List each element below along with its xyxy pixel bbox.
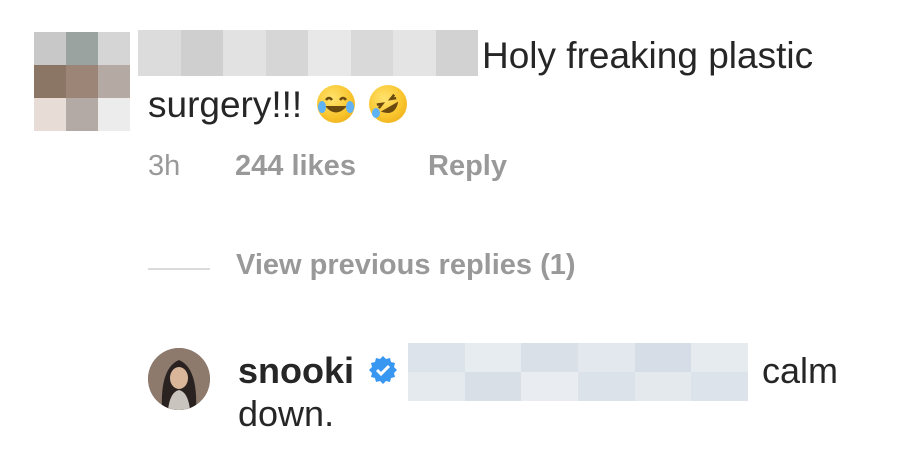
snooki-avatar[interactable] bbox=[148, 348, 210, 410]
view-previous-replies-button[interactable]: View previous replies (1) bbox=[236, 249, 576, 282]
blurred-username bbox=[138, 30, 478, 76]
comment-text-continued: surgery!!! bbox=[148, 84, 303, 125]
thread-divider bbox=[148, 268, 210, 270]
comment-likes-count[interactable]: 244 likes bbox=[235, 150, 356, 183]
blurred-reply-text bbox=[408, 343, 748, 401]
reply-username[interactable]: snooki bbox=[238, 350, 354, 392]
comment-timestamp: 3h bbox=[148, 150, 181, 182]
reply-text: calm bbox=[762, 350, 839, 391]
reply-button[interactable]: Reply bbox=[428, 150, 507, 183]
comment-text-line1: Holy freaking plastic bbox=[482, 35, 814, 76]
comment-text-line2: surgery!!! bbox=[148, 82, 407, 128]
verified-badge-icon bbox=[368, 355, 398, 385]
tears-of-joy-emoji-icon bbox=[316, 85, 355, 123]
reply-text-continued: down. bbox=[238, 393, 335, 434]
rolling-laughing-emoji-icon bbox=[368, 85, 407, 123]
commenter-avatar[interactable] bbox=[34, 32, 130, 131]
